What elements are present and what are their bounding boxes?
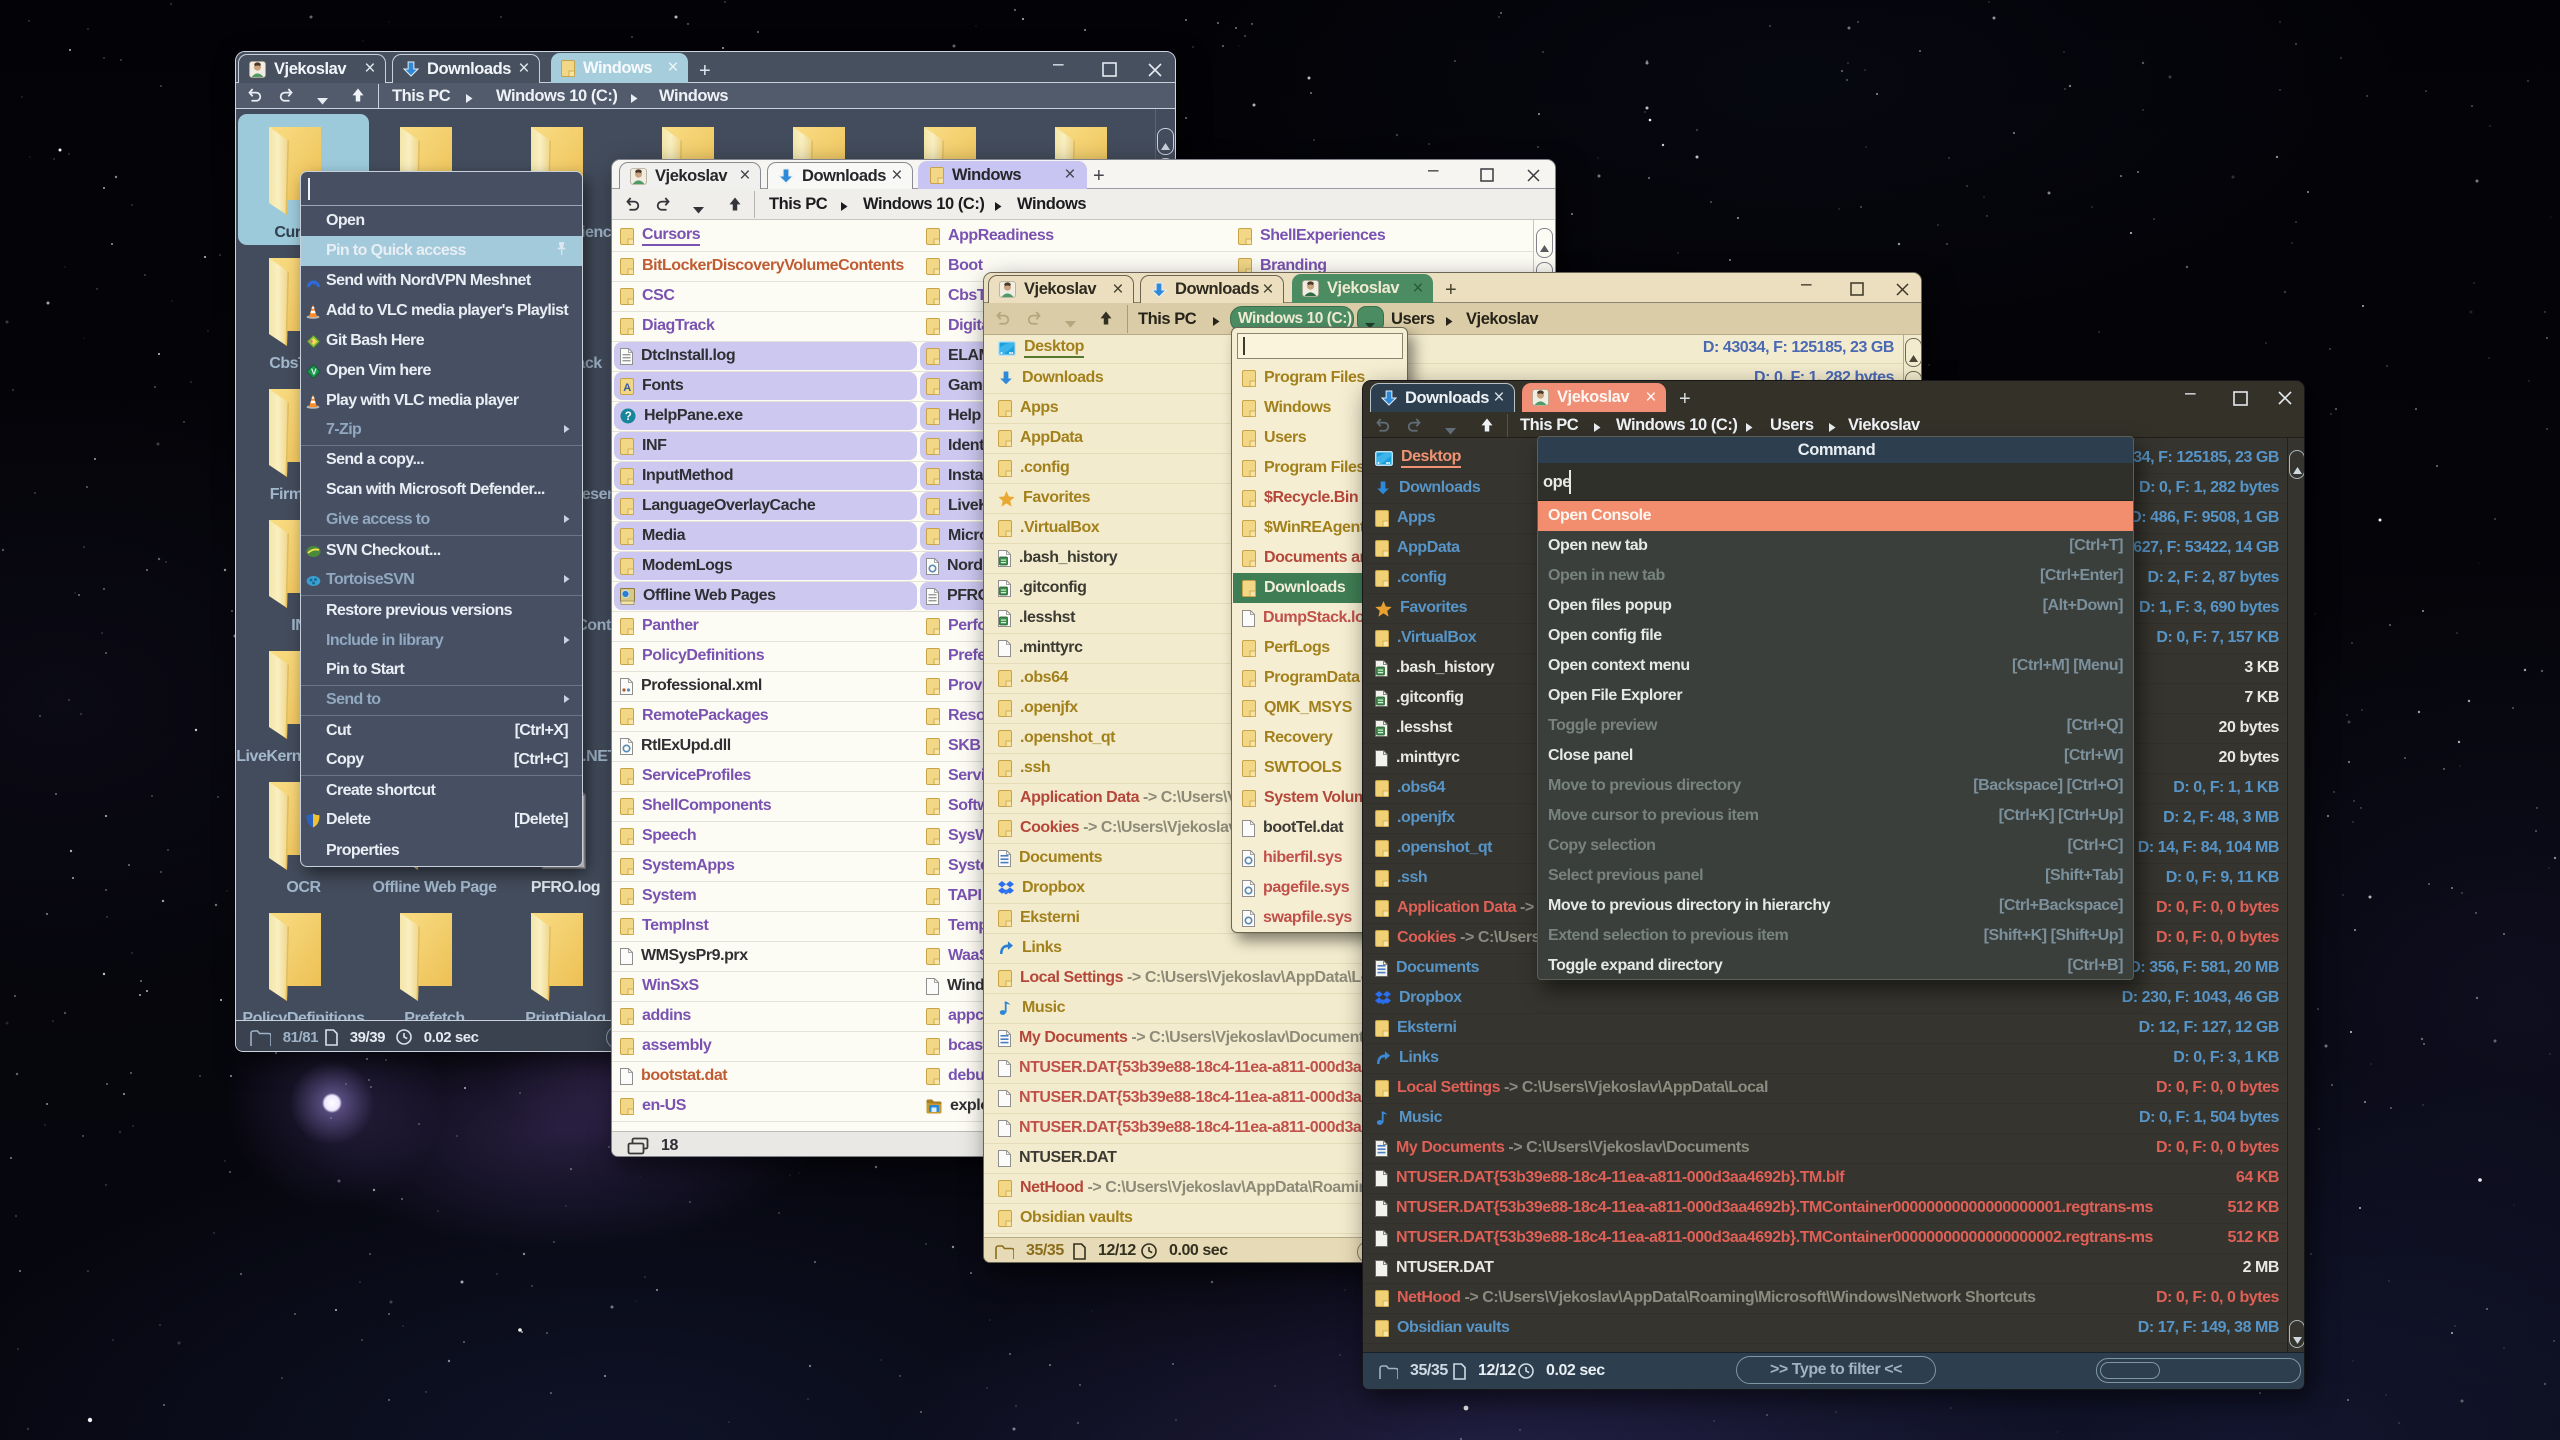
svg-text:?: ?	[625, 411, 632, 423]
svg-text:A: A	[623, 382, 631, 394]
